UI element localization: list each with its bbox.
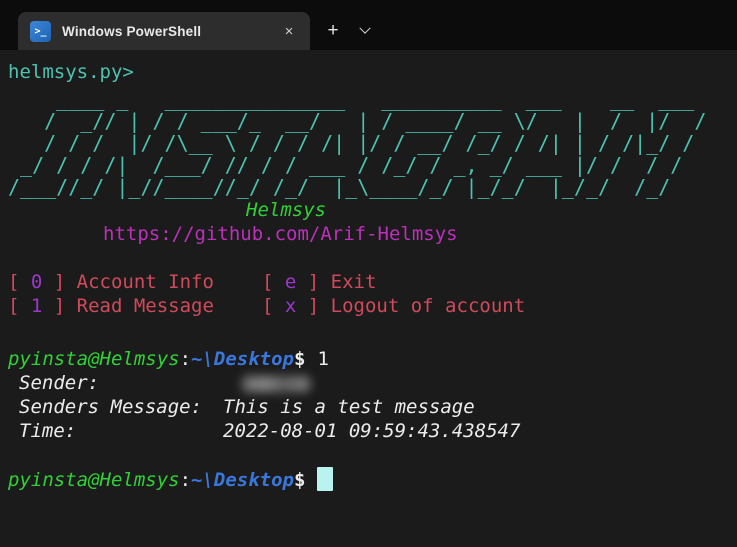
prompt-path: ~\Desktop bbox=[191, 469, 294, 491]
banner-line: / / / |/ /\__ \ / / / /| |/ / __/ /_/ / … bbox=[8, 131, 695, 155]
menu-key: e bbox=[284, 271, 297, 293]
new-tab-button[interactable]: + bbox=[316, 12, 350, 50]
entered-command: 1 bbox=[317, 348, 329, 370]
menu-label: Exit bbox=[330, 271, 377, 293]
sender-label: Sender: bbox=[19, 372, 100, 394]
terminal-screen[interactable]: helmsys.py> ____ _ _______________ _____… bbox=[0, 50, 737, 547]
prompt-symbol: $ bbox=[294, 348, 306, 370]
script-prompt: helmsys.py> bbox=[8, 61, 134, 83]
terminal-window: >_ Windows PowerShell × + helmsys.py> ____… bbox=[0, 0, 737, 547]
menu-item-exit: [ e ] Exit bbox=[262, 271, 376, 293]
prompt-line-current: pyinsta@Helmsys:~\Desktop$ bbox=[8, 467, 737, 491]
menu-label: Logout of account bbox=[330, 295, 526, 317]
menu-item-logout: [ x ] Logout of account bbox=[262, 295, 525, 317]
tab-dropdown-button[interactable] bbox=[350, 12, 380, 50]
banner-line: ____ _ _______________ __________ ___ __… bbox=[8, 87, 695, 111]
banner-caption-line: Helmsys bbox=[8, 198, 737, 222]
menu-key: x bbox=[284, 295, 297, 317]
bracket: ] bbox=[42, 295, 77, 317]
menu-item-account-info: [ 0 ] Account Info bbox=[8, 270, 262, 294]
tab-title: Windows PowerShell bbox=[62, 23, 202, 39]
menu-row-2: [ 1 ] Read Message[ x ] Logout of accoun… bbox=[8, 294, 737, 318]
message-label: Senders Message: bbox=[19, 396, 203, 418]
bracket: ] bbox=[42, 271, 77, 293]
sender-name-redacted bbox=[242, 375, 310, 392]
banner-url-line: https://github.com/Arif-Helmsys bbox=[8, 222, 737, 246]
bracket: [ bbox=[262, 271, 285, 293]
prompt-separator: : bbox=[179, 469, 192, 491]
close-tab-icon[interactable]: × bbox=[276, 18, 302, 44]
bracket: [ bbox=[262, 295, 285, 317]
sender-line: Sender: bbox=[8, 371, 737, 395]
menu-label: Read Message bbox=[76, 295, 214, 317]
bracket: [ bbox=[8, 295, 31, 317]
menu-row-1: [ 0 ] Account Info[ e ] Exit bbox=[8, 270, 737, 294]
prompt-line-command: pyinsta@Helmsys:~\Desktop$ 1 bbox=[8, 347, 737, 371]
github-url-link[interactable]: https://github.com/Arif-Helmsys bbox=[103, 223, 458, 245]
chevron-down-icon bbox=[359, 22, 371, 34]
banner-line: / _// | / / ___/_ __/ | / ____/ __ \/ | … bbox=[8, 109, 707, 133]
time-value: 2022-08-01 09:59:43.438547 bbox=[223, 420, 521, 442]
banner-line: /___//_/ |_//____//_/ /_/ |_\____/_/ |_/… bbox=[8, 175, 671, 199]
time-label: Time: bbox=[19, 420, 77, 442]
powershell-icon: >_ bbox=[30, 20, 51, 42]
tab-windows-powershell[interactable]: >_ Windows PowerShell × bbox=[18, 12, 310, 50]
ascii-banner-instagram: ____ _ _______________ __________ ___ __… bbox=[8, 88, 737, 198]
prompt-separator: : bbox=[179, 348, 192, 370]
menu-key: 0 bbox=[30, 271, 43, 293]
prompt-symbol: $ bbox=[294, 469, 306, 491]
title-bar: >_ Windows PowerShell × + bbox=[0, 0, 737, 50]
bracket: [ bbox=[8, 271, 31, 293]
menu-item-read-message: [ 1 ] Read Message bbox=[8, 294, 262, 318]
time-line: Time: 2022-08-01 09:59:43.438547 bbox=[8, 419, 737, 443]
banner-line: _/ / / /| /___/ // / / ___ / /_/ / _, _/… bbox=[8, 153, 683, 177]
bracket: ] bbox=[296, 271, 331, 293]
menu-key: 1 bbox=[30, 295, 43, 317]
menu-label: Account Info bbox=[76, 271, 214, 293]
terminal-cursor bbox=[317, 467, 334, 491]
prompt-user: pyinsta@Helmsys bbox=[8, 469, 180, 491]
prompt-user: pyinsta@Helmsys bbox=[8, 348, 180, 370]
bracket: ] bbox=[296, 295, 331, 317]
author-name: Helmsys bbox=[246, 199, 327, 221]
prompt-path: ~\Desktop bbox=[191, 348, 294, 370]
message-line: Senders Message: This is a test message bbox=[8, 395, 737, 419]
message-value: This is a test message bbox=[223, 396, 475, 418]
script-prompt-line: helmsys.py> bbox=[8, 60, 737, 84]
